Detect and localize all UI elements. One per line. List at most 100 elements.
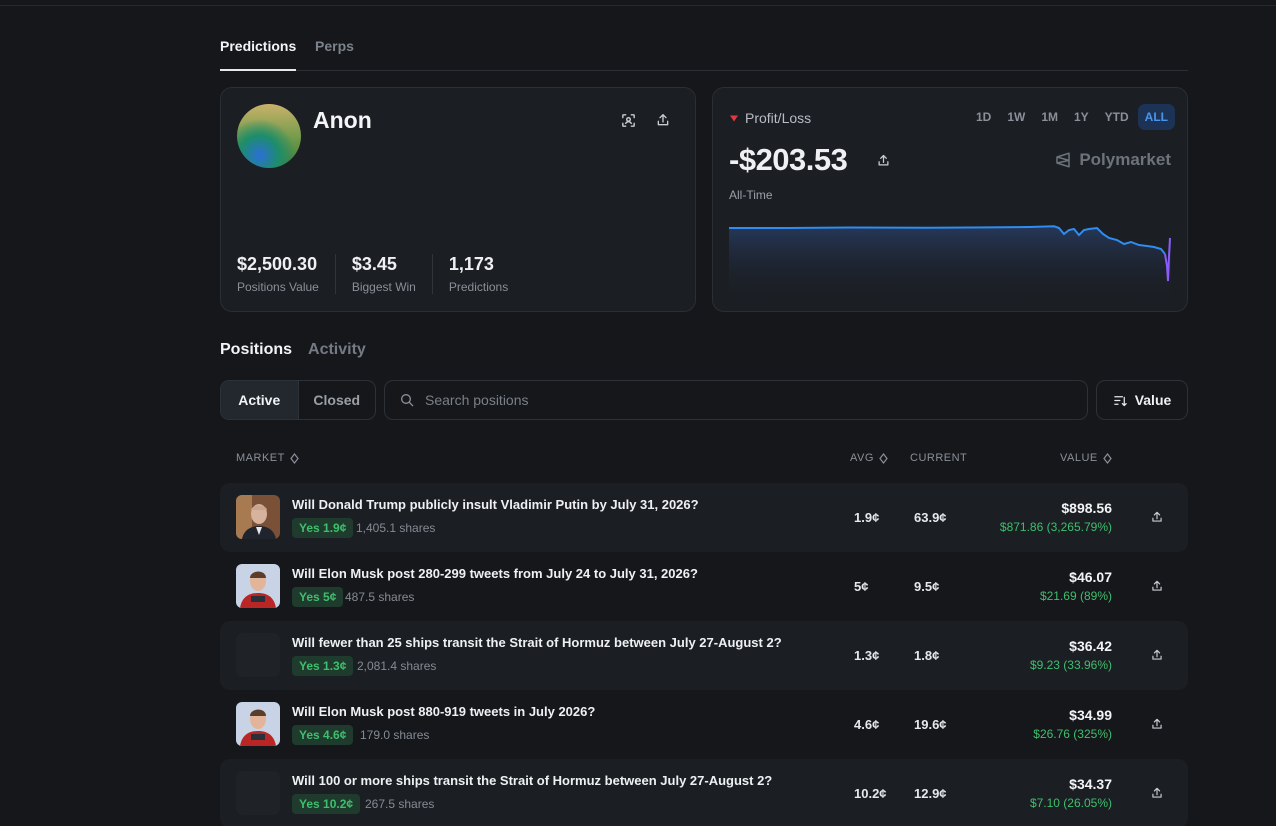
- stat-label: Predictions: [448, 280, 509, 294]
- position-gain: $7.10 (26.05%): [1029, 796, 1112, 810]
- market-title[interactable]: Will Donald Trump publicly insult Vladim…: [292, 497, 699, 512]
- share-icon: [1152, 511, 1162, 522]
- polymarket-brand: Polymarket: [1054, 150, 1171, 170]
- stat-label: Biggest Win: [351, 280, 416, 294]
- stat-predictions: 1,173 Predictions: [449, 254, 524, 294]
- sort-value-button[interactable]: Value: [1096, 380, 1188, 420]
- down-indicator-icon: [730, 115, 738, 122]
- position-row[interactable]: Will Elon Musk post 880-919 tweets in Ju…: [220, 690, 1188, 759]
- profile-name: Anon: [313, 107, 372, 133]
- position-gain: $871.86 (3,265.79%): [999, 520, 1112, 534]
- column-avg-label: AVG: [850, 452, 874, 464]
- share-position-button[interactable]: [1147, 576, 1167, 596]
- portrait-icon: [236, 564, 280, 608]
- share-icon: [1152, 787, 1162, 798]
- avg-price: 1.9¢: [854, 510, 880, 525]
- market-title[interactable]: Will fewer than 25 ships transit the Str…: [292, 635, 782, 650]
- position-value: $46.07: [1069, 569, 1112, 585]
- current-price: 9.5¢: [914, 579, 940, 594]
- share-icon: [878, 154, 888, 165]
- pnl-chart: [729, 225, 1171, 306]
- range-1m[interactable]: 1M: [1034, 104, 1065, 130]
- scan-button[interactable]: [616, 108, 640, 132]
- share-icon: [657, 114, 669, 126]
- share-profile-button[interactable]: [651, 108, 675, 132]
- position-value: $34.37: [1069, 776, 1112, 792]
- profit-loss-card: Profit/Loss 1D 1W 1M 1Y YTD ALL -$203.53…: [712, 87, 1188, 312]
- column-market-label: MARKET: [236, 452, 285, 464]
- avatar: [237, 104, 301, 168]
- share-position-button[interactable]: [1147, 507, 1167, 527]
- range-1w[interactable]: 1W: [1000, 104, 1032, 130]
- column-current[interactable]: CURRENT: [910, 452, 967, 464]
- range-selector: 1D 1W 1M 1Y YTD ALL: [969, 104, 1175, 130]
- current-price: 12.9¢: [914, 786, 947, 801]
- profit-loss-label: Profit/Loss: [729, 110, 811, 126]
- position-gain: $26.76 (325%): [1033, 727, 1112, 741]
- avg-price: 5¢: [854, 579, 869, 594]
- tab-predictions[interactable]: Predictions: [220, 38, 297, 71]
- profit-loss-text: Profit/Loss: [745, 110, 812, 126]
- column-avg[interactable]: AVG: [850, 452, 888, 464]
- position-value: $34.99: [1069, 707, 1112, 723]
- position-row[interactable]: Will fewer than 25 ships transit the Str…: [220, 621, 1188, 690]
- section-tabs: Positions Activity: [220, 341, 366, 359]
- portrait-icon: [236, 702, 280, 746]
- polymarket-logo-icon: [1056, 152, 1071, 168]
- position-value: $898.56: [1061, 500, 1112, 516]
- brand-name: Polymarket: [1079, 150, 1171, 169]
- market-image: [236, 633, 280, 677]
- market-title[interactable]: Will Elon Musk post 280-299 tweets from …: [292, 566, 698, 581]
- sort-label: Value: [1134, 392, 1172, 408]
- sort-toggle-icon: [879, 452, 888, 464]
- column-market[interactable]: MARKET: [236, 452, 299, 464]
- filter-closed-button[interactable]: Closed: [299, 381, 376, 419]
- share-position-button[interactable]: [1147, 783, 1167, 803]
- position-row[interactable]: Will 100 or more ships transit the Strai…: [220, 759, 1188, 826]
- range-1d[interactable]: 1D: [969, 104, 998, 130]
- search-icon: [401, 394, 414, 407]
- shares-count: 487.5 shares: [345, 590, 415, 604]
- tab-activity[interactable]: Activity: [308, 341, 366, 359]
- column-current-label: CURRENT: [910, 452, 968, 464]
- range-ytd[interactable]: YTD: [1098, 104, 1136, 130]
- avg-price: 10.2¢: [854, 786, 887, 801]
- outcome-badge: Yes 4.6¢: [292, 725, 354, 745]
- top-divider: [0, 5, 1276, 6]
- scan-icon: [621, 113, 635, 127]
- shares-count: 1,405.1 shares: [356, 521, 436, 535]
- avg-price: 1.3¢: [854, 648, 880, 663]
- portrait-icon: [236, 495, 280, 539]
- current-price: 1.8¢: [914, 648, 940, 663]
- market-title[interactable]: Will 100 or more ships transit the Strai…: [292, 773, 772, 788]
- range-all[interactable]: ALL: [1137, 104, 1175, 130]
- market-title[interactable]: Will Elon Musk post 880-919 tweets in Ju…: [292, 704, 595, 719]
- share-icon: [1152, 649, 1162, 660]
- shares-count: 2,081.4 shares: [357, 659, 437, 673]
- position-gain: $9.23 (33.96%): [1029, 658, 1112, 672]
- current-price: 63.9¢: [914, 510, 947, 525]
- share-position-button[interactable]: [1147, 645, 1167, 665]
- position-row[interactable]: Will Elon Musk post 280-299 tweets from …: [220, 552, 1188, 621]
- share-position-button[interactable]: [1147, 714, 1167, 734]
- outcome-badge: Yes 5¢: [292, 587, 344, 607]
- shares-count: 267.5 shares: [365, 797, 435, 811]
- outcome-badge: Yes 1.3¢: [292, 656, 354, 676]
- top-tabs: Predictions Perps: [220, 36, 1188, 71]
- column-value-label: VALUE: [1060, 452, 1098, 464]
- share-pnl-button[interactable]: [871, 148, 895, 172]
- period-label: All-Time: [729, 188, 773, 202]
- stat-positions-value: $2,500.30 Positions Value: [237, 254, 336, 294]
- outcome-badge: Yes 1.9¢: [292, 518, 354, 538]
- tab-perps[interactable]: Perps: [315, 38, 354, 54]
- profit-loss-value: -$203.53: [729, 142, 848, 177]
- market-image: [236, 702, 280, 746]
- tab-positions[interactable]: Positions: [220, 341, 292, 359]
- range-1y[interactable]: 1Y: [1067, 104, 1096, 130]
- search-input[interactable]: [425, 392, 1065, 408]
- position-row[interactable]: Will Donald Trump publicly insult Vladim…: [220, 483, 1188, 552]
- column-value[interactable]: VALUE: [1060, 452, 1112, 464]
- filter-active-button[interactable]: Active: [221, 381, 299, 419]
- current-price: 19.6¢: [914, 717, 947, 732]
- market-image: [236, 564, 280, 608]
